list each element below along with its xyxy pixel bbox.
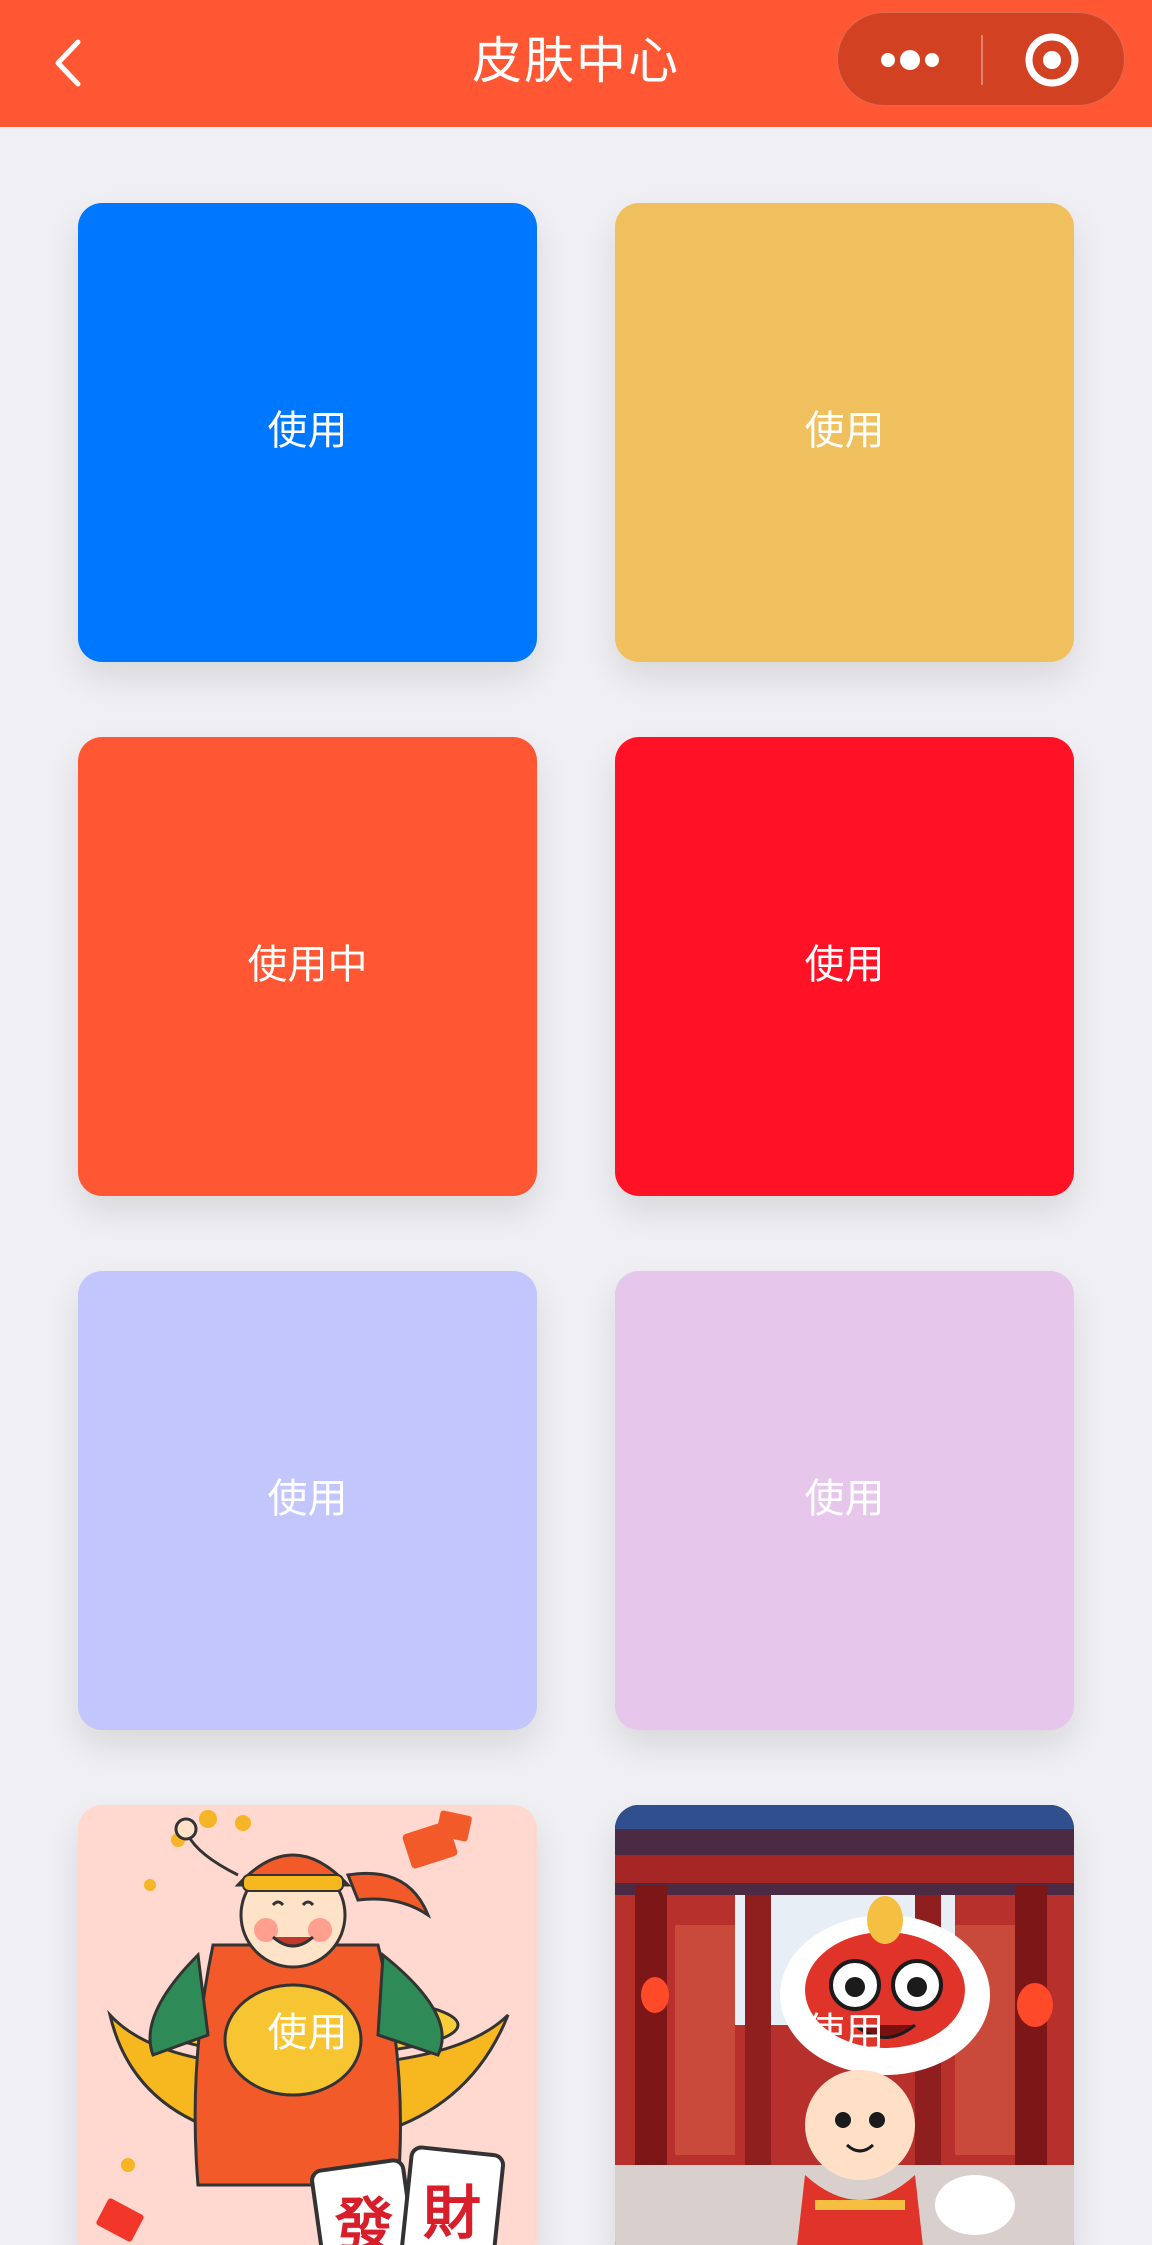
skin-tile-pink[interactable]: 使用 (615, 1271, 1074, 1730)
use-button-label: 使用 (267, 1476, 348, 1522)
skin-tile-yellow[interactable]: 使用 (615, 203, 1074, 662)
tile-character-cai: 財 (423, 2179, 481, 2245)
skin-tile-blue[interactable]: 使用 (78, 203, 537, 662)
use-button-label: 使用 (267, 408, 348, 454)
skin-tile-red[interactable]: 使用 (615, 737, 1074, 1196)
use-button-label: 使用 (804, 408, 885, 454)
navigation-bar: 皮肤中心 (0, 0, 1152, 127)
skin-grid: 使用 使用 使用中 使用 使用 使用 發 財 使用 使用 (0, 127, 1152, 2245)
skin-tile-orange[interactable]: 使用中 (78, 737, 537, 1196)
skin-tile-lavender[interactable]: 使用 (78, 1271, 537, 1730)
use-button-label: 使用 (804, 2010, 885, 2056)
skin-tile-lion-dance[interactable]: 使用 (615, 1805, 1074, 2245)
use-button-label: 使用 (804, 1476, 885, 1522)
more-button[interactable] (838, 13, 982, 107)
use-button-label: 使用 (267, 2010, 348, 2056)
in-use-label: 使用中 (247, 942, 368, 988)
close-button[interactable] (982, 13, 1126, 107)
tile-character-fa: 發 (334, 2191, 393, 2245)
target-circle-icon (1025, 33, 1079, 87)
skin-tile-god-of-wealth[interactable]: 發 財 使用 (78, 1805, 537, 2245)
use-button-label: 使用 (804, 942, 885, 988)
mini-program-capsule (837, 12, 1125, 106)
more-dots-icon (881, 50, 939, 70)
